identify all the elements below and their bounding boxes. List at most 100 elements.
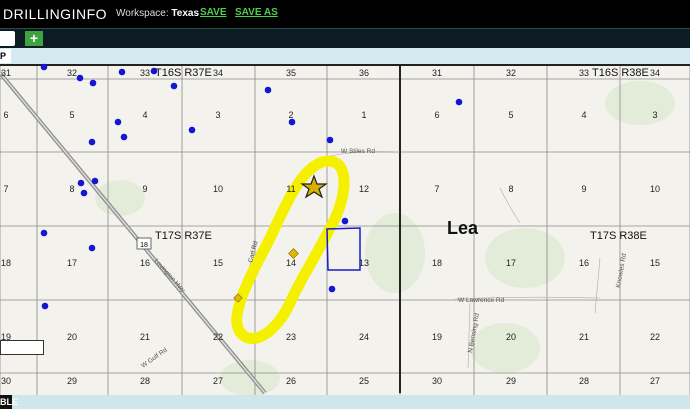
section-number: 30 (1, 376, 11, 386)
highway-shield-icon: 18 (136, 237, 152, 250)
well-dot-icon[interactable] (120, 133, 128, 141)
township-label: T17S R37E (155, 230, 212, 242)
section-number: 22 (213, 332, 223, 342)
section-number: 34 (213, 68, 223, 78)
well-dot-icon[interactable] (40, 63, 48, 71)
road-label: W Lawrence Rd (458, 297, 505, 304)
section-number: 17 (67, 258, 77, 268)
section-number: 12 (359, 184, 369, 194)
township-label: T16S R37E (155, 67, 212, 79)
county-label: Lea (447, 218, 479, 238)
well-dot-icon[interactable] (41, 302, 49, 310)
well-dot-icon[interactable] (118, 68, 126, 76)
section-number: 14 (286, 258, 296, 268)
workspace-label: Workspace: (116, 8, 172, 19)
section-number: 29 (506, 376, 516, 386)
section-number: 9 (142, 184, 147, 194)
section-number: 6 (434, 110, 439, 120)
map-canvas[interactable]: 18 31 32 33 34 35 36 31 32 33 34 6 5 4 3 2 1 6 5 4 3 7 8 9 10 11… (0, 48, 690, 409)
section-number: 28 (579, 376, 589, 386)
well-dot-icon[interactable] (40, 229, 48, 237)
map-svg[interactable]: 18 31 32 33 34 35 36 31 32 33 346 5 4 3 2 1 6 5 4 37 8 9 10 11… (0, 48, 690, 409)
section-number: 20 (67, 332, 77, 342)
map-top-strip (0, 48, 690, 64)
app-logo: DRILLINGINFO (3, 6, 108, 22)
section-number: 34 (650, 68, 660, 78)
section-number: 17 (506, 258, 516, 268)
section-number: 4 (142, 110, 147, 120)
well-dot-icon[interactable] (80, 189, 88, 197)
section-number: 9 (581, 184, 586, 194)
township-label: T17S R38E (590, 230, 647, 242)
section-number: 28 (140, 376, 150, 386)
side-info-box[interactable] (0, 340, 44, 355)
section-number: 10 (650, 184, 660, 194)
section-number: 8 (508, 184, 513, 194)
section-number: 32 (506, 68, 516, 78)
road-label: W Stiles Rd (341, 148, 375, 155)
table-toggle-button[interactable]: BLE (0, 395, 18, 409)
section-number: 36 (359, 68, 369, 78)
section-number: 11 (286, 184, 295, 194)
section-number: 15 (213, 258, 223, 268)
add-tab-button[interactable]: + (25, 31, 43, 46)
section-number: 3 (215, 110, 220, 120)
section-number: 25 (359, 376, 369, 386)
well-dot-icon[interactable] (455, 98, 463, 106)
section-number: 5 (69, 110, 74, 120)
section-number: 10 (213, 184, 223, 194)
section-number: 27 (650, 376, 660, 386)
well-dot-icon[interactable] (170, 82, 178, 90)
section-number: 15 (650, 258, 660, 268)
workspace-indicator: Workspace: Texas (116, 8, 199, 19)
well-dot-icon[interactable] (77, 179, 85, 187)
workspace-tab[interactable] (0, 31, 15, 46)
section-number: 18 (432, 258, 442, 268)
section-number: 18 (1, 258, 11, 268)
section-number: 13 (359, 258, 369, 268)
section-number: 4 (581, 110, 586, 120)
save-as-link[interactable]: SAVE AS (235, 7, 278, 18)
section-number: 29 (67, 376, 77, 386)
section-number: 16 (140, 258, 150, 268)
section-number: 7 (3, 184, 8, 194)
section-number: 30 (432, 376, 442, 386)
bottom-bar (0, 395, 690, 409)
section-number: 31 (432, 68, 442, 78)
well-dot-icon[interactable] (328, 285, 336, 293)
section-number: 3 (652, 110, 657, 120)
section-number: 2 (288, 110, 293, 120)
section-number: 1 (361, 110, 366, 120)
section-number: 8 (69, 184, 74, 194)
section-number: 5 (508, 110, 513, 120)
well-dot-icon[interactable] (341, 217, 349, 225)
highway-shield-number: 18 (140, 242, 148, 249)
section-number: 6 (3, 110, 8, 120)
section-number: 21 (579, 332, 589, 342)
section-number: 16 (579, 258, 589, 268)
section-number: 31 (1, 68, 11, 78)
well-dot-icon[interactable] (91, 177, 99, 185)
section-number: 33 (140, 68, 150, 78)
well-dot-icon[interactable] (326, 136, 334, 144)
tab-bar: + (0, 28, 690, 49)
section-number: 7 (434, 184, 439, 194)
well-dot-icon[interactable] (114, 118, 122, 126)
well-dot-icon[interactable] (88, 244, 96, 252)
well-dot-icon[interactable] (88, 138, 96, 146)
section-number: 21 (140, 332, 150, 342)
well-dot-icon[interactable] (188, 126, 196, 134)
side-panel-toggle[interactable]: P (0, 49, 11, 63)
section-number: 33 (579, 68, 589, 78)
township-label: T16S R38E (592, 67, 649, 79)
well-dot-icon[interactable] (76, 74, 84, 82)
section-number: 32 (67, 68, 77, 78)
well-dot-icon[interactable] (264, 86, 272, 94)
workspace-name[interactable]: Texas (171, 8, 199, 19)
section-number: 19 (432, 332, 442, 342)
section-number: 22 (650, 332, 660, 342)
well-dot-icon[interactable] (89, 79, 97, 87)
section-number: 23 (286, 332, 296, 342)
top-bar: DRILLINGINFO Workspace: Texas SAVE SAVE … (0, 0, 690, 28)
save-link[interactable]: SAVE (200, 7, 227, 18)
